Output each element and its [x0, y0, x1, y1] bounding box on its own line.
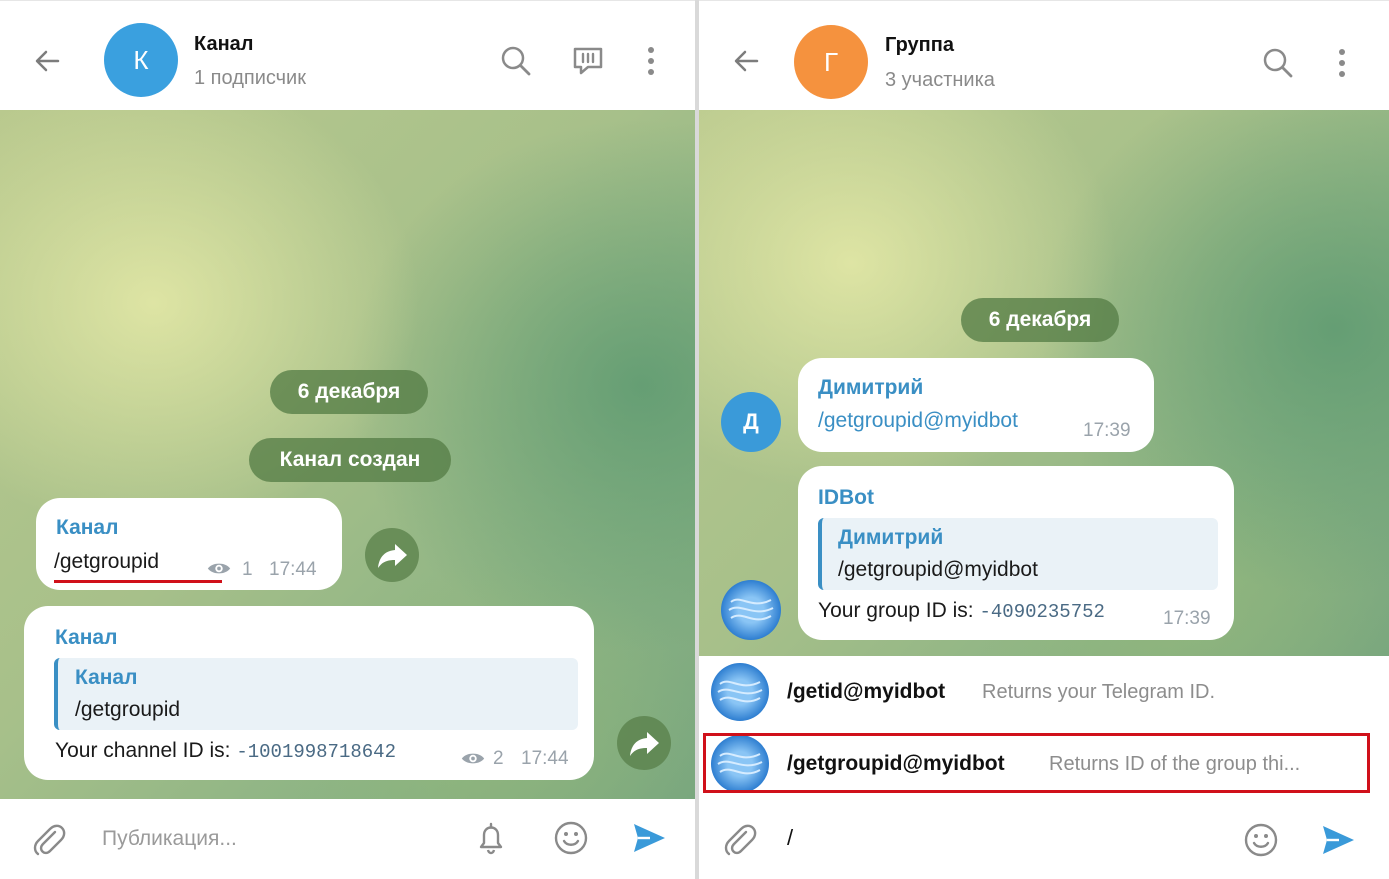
- message-text-label: Your group ID is:: [818, 599, 980, 622]
- message-time: 17:44: [269, 559, 317, 580]
- discussion-icon[interactable]: [570, 43, 606, 79]
- forward-button[interactable]: [617, 716, 671, 770]
- forward-button[interactable]: [365, 528, 419, 582]
- message-sender: IDBot: [818, 486, 874, 509]
- chat-header: Г Группа 3 участника: [699, 0, 1389, 111]
- message-time: 17:44: [521, 748, 569, 769]
- message-bubble[interactable]: Канал Канал /getgroupid Your channel ID …: [24, 606, 594, 780]
- views-eye-icon: [207, 563, 231, 574]
- back-arrow-icon[interactable]: [727, 41, 767, 81]
- bot-command-link[interactable]: /getgroupid@myidbot: [818, 409, 1018, 433]
- quote-sender: Канал: [75, 666, 138, 689]
- bot-avatar-pattern: [728, 598, 774, 621]
- forward-arrow-icon: [378, 544, 407, 568]
- avatar-letter: К: [133, 44, 149, 75]
- bot-avatar-pattern: [717, 680, 763, 703]
- notification-bell-icon[interactable]: [472, 819, 510, 857]
- message-time: 17:39: [1083, 420, 1131, 441]
- message-sender: Димитрий: [818, 376, 924, 399]
- chat-title[interactable]: Канал: [194, 33, 253, 56]
- chat-avatar[interactable]: Г: [794, 25, 868, 99]
- reply-quote[interactable]: Канал /getgroupid: [54, 658, 578, 730]
- channel-chat-pane: К Канал 1 подписчик 6 декабря Канал созд…: [0, 0, 697, 879]
- message-bubble[interactable]: IDBot Димитрий /getgroupid@myidbot Your …: [798, 466, 1234, 640]
- back-arrow-icon[interactable]: [28, 41, 68, 81]
- send-icon[interactable]: [630, 819, 668, 857]
- date-pill: 6 декабря: [270, 370, 428, 414]
- message-text: /getgroupid: [54, 550, 160, 573]
- chat-header: К Канал 1 подписчик: [0, 0, 697, 111]
- attach-icon[interactable]: [30, 821, 68, 859]
- quote-sender: Димитрий: [838, 526, 944, 549]
- avatar-letter: Г: [823, 46, 839, 77]
- view-count: 1: [242, 559, 253, 580]
- underline-highlight: [54, 580, 222, 583]
- message-bubble[interactable]: Канал /getgroupid 1 17:44: [36, 498, 342, 590]
- quote-text: /getgroupid@myidbot: [838, 558, 1038, 581]
- sender-avatar[interactable]: Д: [721, 392, 781, 452]
- command-name: /getid@myidbot: [787, 680, 946, 703]
- message-composer: Публикация...: [0, 799, 697, 879]
- message-text-label: Your channel ID is:: [55, 739, 237, 762]
- channel-id-value: -1001998718642: [236, 741, 396, 763]
- search-icon[interactable]: [498, 43, 534, 79]
- chat-background: 6 декабря Канал создан Канал /getgroupid…: [0, 110, 697, 799]
- search-icon[interactable]: [1260, 45, 1296, 81]
- emoji-icon[interactable]: [552, 819, 590, 857]
- quote-text: /getgroupid: [75, 698, 181, 721]
- message-bubble[interactable]: Димитрий /getgroupid@myidbot 17:39: [798, 358, 1154, 452]
- highlight-box: [703, 733, 1370, 793]
- bot-avatar: [711, 663, 769, 721]
- composer-input[interactable]: /: [787, 825, 793, 851]
- message-text: Your channel ID is: -1001998718642: [55, 739, 396, 763]
- forward-arrow-icon: [630, 732, 659, 756]
- command-suggestion-getid[interactable]: /getid@myidbot Returns your Telegram ID.: [699, 656, 1389, 728]
- more-menu-icon[interactable]: [633, 43, 669, 79]
- send-icon[interactable]: [1319, 821, 1357, 859]
- composer-input[interactable]: Публикация...: [102, 827, 237, 851]
- more-menu-icon[interactable]: [1324, 45, 1360, 81]
- command-suggestion-getgroupid[interactable]: /getgroupid@myidbot Returns ID of the gr…: [699, 728, 1389, 800]
- views-eye-icon: [461, 753, 485, 764]
- message-sender: Канал: [56, 516, 119, 539]
- reply-quote[interactable]: Димитрий /getgroupid@myidbot: [818, 518, 1218, 590]
- service-message: Канал создан: [249, 438, 451, 482]
- attach-icon[interactable]: [721, 821, 759, 859]
- date-pill: 6 декабря: [961, 298, 1119, 342]
- avatar-letter: Д: [743, 409, 759, 434]
- chat-avatar[interactable]: К: [104, 23, 178, 97]
- bot-command-suggestions: /getid@myidbot Returns your Telegram ID.…: [699, 656, 1389, 800]
- emoji-icon[interactable]: [1242, 821, 1280, 859]
- command-description: Returns your Telegram ID.: [982, 681, 1216, 703]
- message-composer: /: [699, 799, 1389, 879]
- chat-subtitle: 3 участника: [885, 69, 995, 91]
- chat-subtitle: 1 подписчик: [194, 67, 306, 89]
- chat-background: 6 декабря Д Димитрий /getgroupid@myidbot…: [699, 110, 1389, 656]
- message-text: Your group ID is: -4090235752: [818, 599, 1105, 623]
- chat-title[interactable]: Группа: [885, 34, 954, 57]
- message-time: 17:39: [1163, 608, 1211, 629]
- group-chat-pane: Г Группа 3 участника 6 декабря Д Димитри…: [699, 0, 1389, 879]
- view-count: 2: [493, 748, 504, 769]
- bot-avatar[interactable]: [721, 580, 781, 640]
- group-id-value: -4090235752: [979, 601, 1105, 623]
- message-sender: Канал: [55, 626, 118, 649]
